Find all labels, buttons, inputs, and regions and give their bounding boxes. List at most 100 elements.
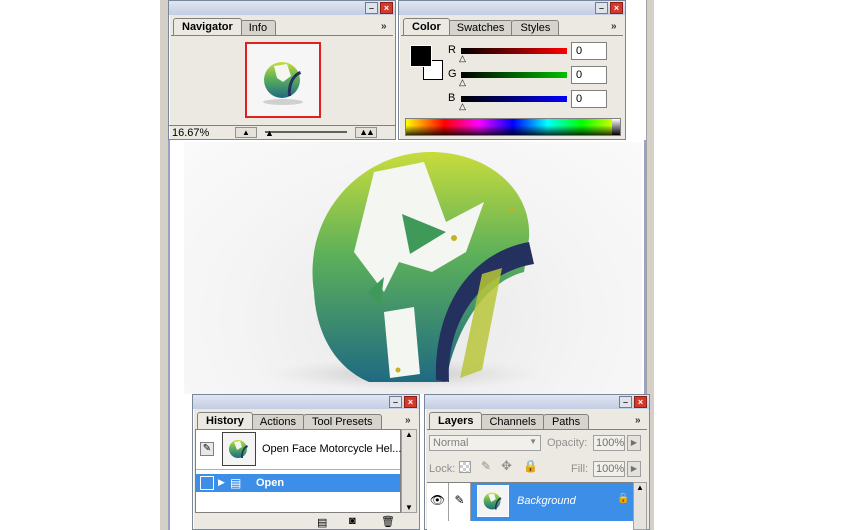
navigator-preview-area [171, 35, 393, 123]
blend-mode-value: Normal [433, 437, 469, 449]
fill-field[interactable]: 100% [593, 461, 625, 477]
eye-icon[interactable]: 👁 [427, 483, 449, 521]
minimize-icon[interactable]: – [389, 396, 402, 408]
navigator-view-box[interactable] [245, 42, 321, 118]
layers-scrollbar[interactable]: ▲ [633, 482, 647, 530]
lock-transparency-icon[interactable] [459, 461, 471, 473]
history-item-label: Open [256, 477, 285, 489]
zoom-slider-handle[interactable]: ▲ [265, 129, 274, 138]
tab-tool-presets[interactable]: Tool Presets [302, 414, 382, 429]
minimize-icon[interactable]: – [619, 396, 632, 408]
tab-actions[interactable]: Actions [250, 414, 305, 429]
foreground-color-swatch[interactable] [410, 45, 432, 67]
close-icon[interactable]: × [404, 396, 417, 408]
tab-swatches[interactable]: Swatches [447, 20, 514, 35]
zoom-level[interactable]: 16.67% [172, 127, 209, 139]
chevron-down-icon: ▼ [529, 437, 537, 446]
navigator-tabs: Navigator Info [173, 17, 277, 35]
move-icon[interactable]: ✥ [501, 458, 512, 474]
history-item-open[interactable]: ▶ ▤ Open [196, 474, 400, 492]
opacity-arrow-icon[interactable]: ▶ [627, 435, 641, 451]
brush-icon[interactable]: ✎ [449, 483, 471, 521]
lock-label: Lock: [429, 463, 456, 475]
color-panel: – × Color Swatches Styles » R △ 0 G △ 0 … [398, 0, 626, 140]
red-slider[interactable] [461, 48, 567, 54]
scroll-up-icon[interactable]: ▲ [402, 430, 416, 439]
blue-value-field[interactable]: 0 [571, 90, 607, 108]
minimize-icon[interactable]: – [365, 2, 378, 14]
brush-icon[interactable]: ✎ [481, 459, 491, 473]
opacity-label: Opacity: [547, 437, 588, 449]
blue-slider[interactable] [461, 96, 567, 102]
history-titlebar[interactable] [193, 395, 419, 409]
green-slider[interactable] [461, 72, 567, 78]
camera-icon[interactable]: ◙ [349, 515, 356, 527]
lock-icon[interactable]: 🔒 [523, 459, 538, 473]
blue-channel-label: B [448, 92, 456, 104]
green-channel-label: G [448, 68, 457, 80]
panel-menu-icon[interactable]: » [405, 415, 411, 426]
panel-menu-icon[interactable]: » [611, 21, 617, 32]
green-slider-handle[interactable]: △ [459, 77, 466, 88]
scroll-up-icon[interactable]: ▲ [634, 483, 646, 492]
red-value-field[interactable]: 0 [571, 42, 607, 60]
opacity-field[interactable]: 100% [593, 435, 625, 451]
layers-list: 👁 ✎ Background 🔒 [427, 482, 633, 530]
close-icon[interactable]: × [610, 2, 623, 14]
tab-color[interactable]: Color [403, 18, 450, 35]
fill-arrow-icon[interactable]: ▶ [627, 461, 641, 477]
layer-row-background[interactable]: Background 🔒 [471, 483, 633, 521]
close-icon[interactable]: × [634, 396, 647, 408]
panel-menu-icon[interactable]: » [635, 415, 641, 426]
color-titlebar[interactable] [399, 1, 625, 15]
history-scrollbar[interactable]: ▲ ▼ [401, 429, 417, 513]
red-channel-label: R [448, 44, 456, 56]
green-value-field[interactable]: 0 [571, 66, 607, 84]
navigator-footer: 16.67% ▲ ▲ ▲▲ [169, 125, 395, 139]
document-state-icon: ▤ [230, 476, 242, 490]
red-slider-handle[interactable]: △ [459, 53, 466, 64]
scroll-down-icon[interactable]: ▼ [402, 503, 416, 512]
history-tabs: History Actions Tool Presets [197, 411, 382, 429]
history-footer: ▤ ◙ 🗑 [193, 515, 419, 529]
document-canvas[interactable] [184, 142, 642, 394]
navigator-titlebar[interactable] [169, 1, 395, 15]
blend-mode-select[interactable]: Normal ▼ [429, 435, 541, 451]
color-spectrum-bar[interactable] [405, 118, 621, 136]
tab-layers[interactable]: Layers [429, 412, 483, 429]
lock-icon: 🔒 [617, 493, 630, 504]
tab-styles[interactable]: Styles [511, 20, 560, 35]
history-panel: – × History Actions Tool Presets » ✎ Ope… [192, 394, 420, 530]
layer-name: Background [517, 495, 576, 507]
history-brush-icon[interactable]: ✎ [200, 442, 214, 456]
trash-icon[interactable]: 🗑 [381, 515, 395, 528]
zoom-in-icon[interactable]: ▲▲ [355, 127, 377, 138]
tab-info[interactable]: Info [239, 20, 277, 35]
new-document-icon[interactable]: ▤ [317, 516, 327, 529]
close-icon[interactable]: × [380, 2, 393, 14]
navigator-panel: – × Navigator Info » 16.67% ▲ ▲ ▲▲ [168, 0, 396, 140]
panel-menu-icon[interactable]: » [381, 21, 387, 32]
fill-label: Fill: [571, 463, 589, 475]
layers-panel: – × Layers Channels Paths » Normal ▼ Opa… [424, 394, 650, 530]
navigator-thumbnail [263, 62, 303, 105]
zoom-slider[interactable] [265, 131, 347, 133]
tab-paths[interactable]: Paths [542, 414, 590, 429]
history-state-checkbox[interactable] [200, 476, 214, 490]
tab-history[interactable]: History [197, 412, 253, 429]
minimize-icon[interactable]: – [595, 2, 608, 14]
zoom-out-icon[interactable]: ▲ [235, 127, 257, 138]
snapshot-thumbnail [222, 432, 256, 466]
blue-slider-handle[interactable]: △ [459, 101, 466, 112]
tab-channels[interactable]: Channels [480, 414, 545, 429]
history-list: ✎ Open Face Motorcycle Hel... ▶ ▤ Open [195, 429, 401, 513]
layers-titlebar[interactable] [425, 395, 649, 409]
tab-navigator[interactable]: Navigator [173, 18, 242, 35]
color-body: R △ 0 G △ 0 B △ 0 [401, 35, 623, 139]
layers-body: Normal ▼ Opacity: 100% ▶ Lock: ✎ ✥ 🔒 Fil… [427, 429, 647, 530]
history-snapshot-row[interactable]: ✎ Open Face Motorcycle Hel... [196, 430, 402, 470]
layer-thumbnail [477, 485, 509, 517]
snapshot-label: Open Face Motorcycle Hel... [262, 443, 402, 455]
color-tabs: Color Swatches Styles [403, 17, 560, 35]
history-state-marker-icon: ▶ [218, 477, 225, 487]
